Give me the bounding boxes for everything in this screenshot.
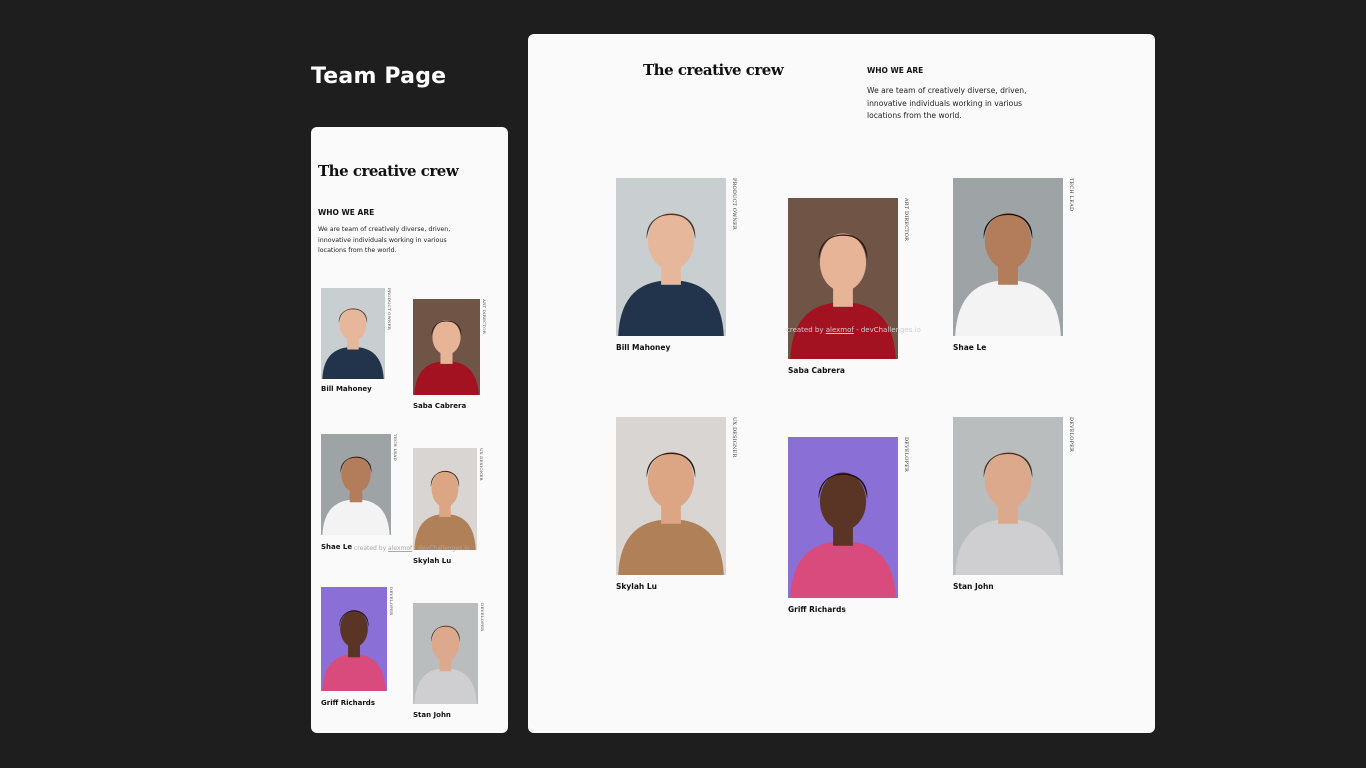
credit-author-link[interactable]: alexmof	[826, 326, 854, 334]
member-photo	[788, 437, 898, 598]
member-role: DEVELOPER	[480, 603, 485, 632]
member-role: UX DESIGNER	[479, 448, 484, 481]
member-role: ART DIRECTOR	[482, 299, 487, 334]
member-name: Bill Mahoney	[616, 343, 671, 352]
member-role: UX DESIGNER	[731, 417, 737, 458]
member-name: Shae Le	[321, 543, 353, 551]
member-role: DEVELOPER	[903, 437, 909, 472]
member-name: Skylah Lu	[413, 557, 452, 565]
member-photo	[953, 178, 1063, 336]
member-role: ART DIRECTOR	[903, 198, 909, 242]
mobile-preview: The creative crew WHO WE ARE We are team…	[311, 127, 508, 733]
member-name: Stan John	[953, 582, 994, 591]
member-role: TECH LEAD	[1068, 178, 1074, 212]
section-title: The creative crew	[643, 61, 784, 79]
section-title: The creative crew	[318, 162, 459, 180]
desktop-preview: The creative crew WHO WE ARE We are team…	[528, 34, 1155, 733]
member-name: Stan John	[413, 711, 451, 719]
member-role: DEVELOPER	[1068, 417, 1074, 452]
member-photo	[953, 417, 1063, 575]
member-photo	[321, 587, 387, 691]
member-name: Skylah Lu	[616, 582, 657, 591]
section-description: We are team of creatively diverse, drive…	[318, 226, 451, 254]
credit-author-link[interactable]: alexmof	[388, 545, 412, 552]
member-photo	[413, 299, 480, 395]
section-eyebrow: WHO WE ARE	[318, 208, 375, 217]
section-description: We are team of creatively diverse, drive…	[867, 86, 1027, 121]
page-heading: Team Page	[311, 64, 447, 89]
credit-line: created by alexmof - devChallenges.io	[354, 545, 470, 552]
member-photo	[413, 603, 478, 704]
credit-suffix: - devChallenges.io	[856, 326, 921, 334]
credit-suffix: - devChallenges.io	[414, 545, 470, 552]
member-name: Griff Richards	[788, 605, 846, 614]
member-role: PRODUCT OWNER	[387, 288, 392, 330]
member-name: Saba Cabrera	[788, 366, 845, 375]
member-name: Bill Mahoney	[321, 385, 372, 393]
member-photo	[788, 198, 898, 359]
credit-prefix: created by	[786, 326, 824, 334]
credit-line: created by alexmof - devChallenges.io	[786, 326, 921, 334]
member-name: Saba Cabrera	[413, 402, 467, 410]
member-photo	[413, 448, 477, 550]
member-name: Shae Le	[953, 343, 987, 352]
member-role: DEVELOPER	[389, 587, 394, 616]
member-photo	[616, 417, 726, 575]
credit-prefix: created by	[354, 545, 387, 552]
member-photo	[321, 434, 391, 535]
member-photo	[616, 178, 726, 336]
member-name: Griff Richards	[321, 699, 375, 707]
member-role: PRODUCT OWNER	[731, 178, 737, 230]
member-photo	[321, 288, 385, 379]
section-eyebrow: WHO WE ARE	[867, 66, 924, 75]
member-role: TECH LEAD	[393, 434, 398, 461]
